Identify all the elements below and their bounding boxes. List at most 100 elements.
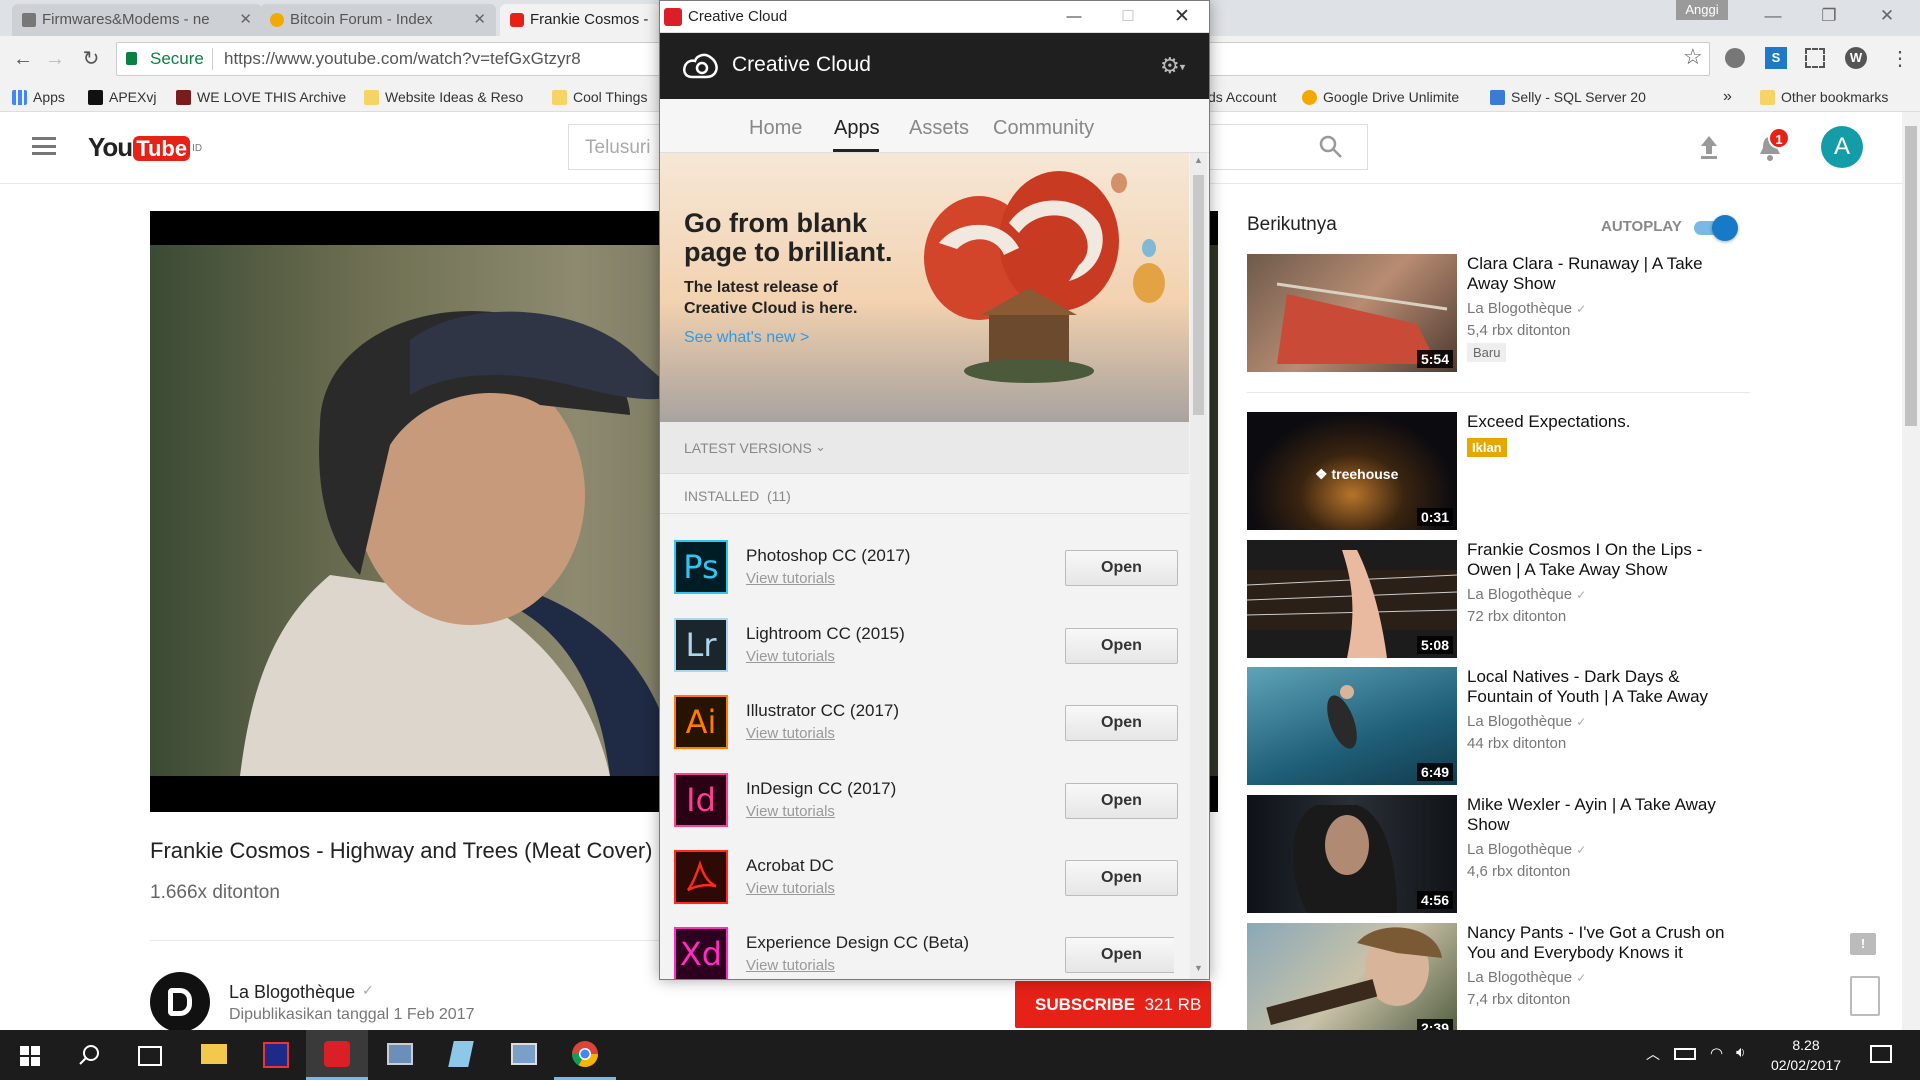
- view-tutorials-link[interactable]: View tutorials: [746, 570, 835, 587]
- open-button[interactable]: Open: [1065, 550, 1178, 586]
- tab-firmwares[interactable]: Firmwares&Modems - ne ✕: [12, 4, 262, 36]
- chrome-menu-icon[interactable]: ⋮: [1890, 46, 1910, 71]
- open-button[interactable]: Open: [1065, 705, 1178, 741]
- youtube-logo[interactable]: You Tube ID: [88, 132, 202, 164]
- view-tutorials-link[interactable]: View tutorials: [746, 648, 835, 665]
- channel-name[interactable]: La Blogothèque: [229, 982, 355, 1003]
- bookmark-google-drive[interactable]: Google Drive Unlimite: [1302, 82, 1478, 112]
- forward-icon[interactable]: →: [40, 44, 70, 74]
- cc-promo-banner[interactable]: Go from blank page to brilliant. The late…: [660, 153, 1189, 422]
- view-tutorials-link[interactable]: View tutorials: [746, 957, 835, 974]
- bookmark-apexvj[interactable]: APEXvj: [88, 82, 156, 112]
- volume-icon[interactable]: 🔉︎: [1736, 1044, 1745, 1061]
- recommendation-item[interactable]: 6:49 Local Natives - Dark Days & Fountai…: [1247, 667, 1767, 785]
- subscribe-button[interactable]: SUBSCRIBE 321 RB: [1015, 981, 1211, 1028]
- bookmark-cool-things[interactable]: Cool Things: [552, 82, 662, 112]
- bookmarks-overflow[interactable]: »: [1723, 82, 1732, 112]
- tab-close-icon[interactable]: ✕: [473, 4, 486, 36]
- cc-tab-assets[interactable]: Assets: [909, 117, 969, 140]
- bookmark-website-ideas[interactable]: Website Ideas & Reso: [364, 82, 534, 112]
- restore-icon[interactable]: ❐: [1806, 0, 1852, 32]
- bookmark-ds-account[interactable]: ds Account: [1208, 82, 1277, 112]
- channel-avatar[interactable]: [150, 972, 210, 1032]
- cc-tab-home[interactable]: Home: [749, 117, 802, 140]
- page-scrollbar[interactable]: [1902, 112, 1920, 1030]
- extension-w-icon[interactable]: W: [1845, 47, 1867, 69]
- latest-versions-section[interactable]: LATEST VERSIONS ⌄: [660, 422, 1189, 474]
- cc-tab-community[interactable]: Community: [993, 117, 1094, 140]
- video-thumbnail[interactable]: 4:56: [1247, 795, 1457, 913]
- recommendation-item[interactable]: 4:56 Mike Wexler - Ayin | A Take Away Sh…: [1247, 795, 1767, 913]
- minimize-icon[interactable]: —: [1750, 0, 1796, 32]
- view-tutorials-link[interactable]: View tutorials: [746, 725, 835, 742]
- cc-settings-gear-icon[interactable]: ⚙▾: [1160, 53, 1185, 79]
- banner-link[interactable]: See what's new >: [684, 329, 809, 347]
- reload-icon[interactable]: ↻: [76, 44, 106, 74]
- upload-icon[interactable]: [1697, 134, 1721, 162]
- scroll-down-icon[interactable]: ▼: [1190, 963, 1207, 975]
- recommendation-item[interactable]: 2:39 Nancy Pants - I've Got a Crush on Y…: [1247, 923, 1767, 1030]
- cc-minimize-icon[interactable]: —: [1052, 1, 1096, 33]
- close-icon[interactable]: ✕: [1864, 0, 1910, 32]
- clock[interactable]: 8.28 02/02/2017: [1766, 1035, 1846, 1075]
- tray-chevron-up-icon[interactable]: ︿: [1646, 1044, 1660, 1064]
- video-thumbnail[interactable]: 2:39: [1247, 923, 1457, 1030]
- cc-scrollbar-thumb[interactable]: [1193, 175, 1204, 415]
- back-icon[interactable]: ←: [8, 44, 38, 74]
- taskbar-file-explorer[interactable]: [182, 1030, 244, 1080]
- action-center-icon[interactable]: [1870, 1045, 1892, 1063]
- cc-close-icon[interactable]: ✕: [1160, 1, 1204, 33]
- avatar[interactable]: A: [1821, 126, 1863, 168]
- video-thumbnail[interactable]: 6:49: [1247, 667, 1457, 785]
- tab-close-icon[interactable]: ✕: [239, 4, 252, 36]
- recommendation-title[interactable]: Frankie Cosmos I On the Lips - Owen | A …: [1467, 540, 1737, 580]
- url-text[interactable]: https://www.youtube.com/watch?v=tefGxGtz…: [224, 49, 581, 69]
- task-view-icon[interactable]: [138, 1046, 162, 1066]
- taskbar-app-screen[interactable]: [368, 1030, 430, 1080]
- battery-icon[interactable]: [1674, 1048, 1696, 1060]
- bookmark-apps[interactable]: Apps: [12, 82, 65, 112]
- taskbar-chrome[interactable]: [554, 1030, 616, 1080]
- recommendation-item-ad[interactable]: ❖ treehouse 0:31 Exceed Expectations. Ik…: [1247, 412, 1767, 530]
- taskbar-creative-cloud[interactable]: [306, 1030, 368, 1080]
- taskbar-app-gallery[interactable]: [492, 1030, 554, 1080]
- recommendation-title[interactable]: Clara Clara - Runaway | A Take Away Show: [1467, 254, 1737, 294]
- wifi-icon[interactable]: ◠: [1710, 1044, 1723, 1062]
- hamburger-menu-icon[interactable]: [32, 137, 56, 155]
- page-scrollbar-thumb[interactable]: [1905, 126, 1917, 426]
- bookmark-other[interactable]: Other bookmarks: [1760, 82, 1888, 112]
- recommendation-title[interactable]: Exceed Expectations.: [1467, 412, 1737, 432]
- view-tutorials-link[interactable]: View tutorials: [746, 880, 835, 897]
- recommendation-title[interactable]: Nancy Pants - I've Got a Crush on You an…: [1467, 923, 1737, 963]
- exit-door-icon[interactable]: [1850, 976, 1880, 1016]
- search-icon[interactable]: [78, 1044, 102, 1068]
- bookmark-selly[interactable]: Selly - SQL Server 20: [1490, 82, 1666, 112]
- video-thumbnail[interactable]: ❖ treehouse 0:31: [1247, 412, 1457, 530]
- tab-youtube[interactable]: Frankie Cosmos -: [500, 4, 660, 36]
- view-tutorials-link[interactable]: View tutorials: [746, 803, 835, 820]
- feedback-icon[interactable]: !: [1850, 933, 1876, 955]
- video-thumbnail[interactable]: 5:54: [1247, 254, 1457, 372]
- qr-extension-icon[interactable]: [1805, 48, 1825, 68]
- recommendation-title[interactable]: Mike Wexler - Ayin | A Take Away Show: [1467, 795, 1737, 835]
- cc-maximize-icon[interactable]: ☐: [1106, 1, 1150, 33]
- taskbar-app-notepad[interactable]: [430, 1030, 492, 1080]
- extension-s-icon[interactable]: S: [1765, 47, 1787, 69]
- recommendation-title[interactable]: Local Natives - Dark Days & Fountain of …: [1467, 667, 1737, 707]
- scroll-up-icon[interactable]: ▲: [1190, 155, 1207, 167]
- open-button[interactable]: Open: [1065, 860, 1178, 896]
- bookmark-star-icon[interactable]: ☆: [1683, 44, 1703, 70]
- open-button[interactable]: Open: [1065, 937, 1174, 973]
- search-icon[interactable]: [1318, 134, 1346, 162]
- windows-start-icon[interactable]: [20, 1046, 40, 1066]
- recommendation-item[interactable]: 5:08 Frankie Cosmos I On the Lips - Owen…: [1247, 540, 1767, 658]
- open-button[interactable]: Open: [1065, 628, 1178, 664]
- cc-scrollbar[interactable]: ▲ ▼: [1190, 153, 1207, 979]
- profile-chip[interactable]: Anggi: [1676, 0, 1728, 20]
- cc-tab-apps[interactable]: Apps: [834, 117, 880, 140]
- taskbar-app-red[interactable]: [244, 1030, 306, 1080]
- bookmark-we-love-this[interactable]: WE LOVE THIS Archive: [176, 82, 346, 112]
- extension-icon[interactable]: [1725, 48, 1745, 68]
- tab-bitcoin-forum[interactable]: Bitcoin Forum - Index ✕: [260, 4, 496, 36]
- open-button[interactable]: Open: [1065, 783, 1178, 819]
